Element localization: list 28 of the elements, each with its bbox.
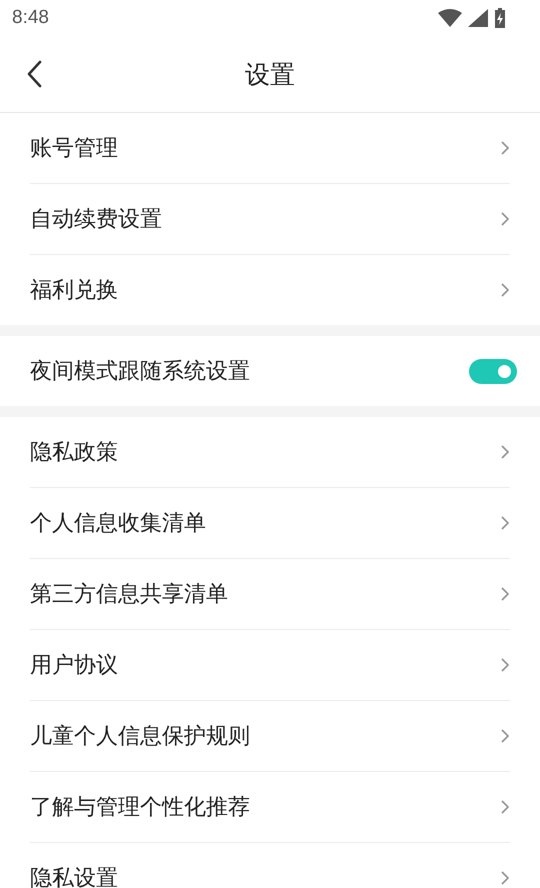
setting-label[interactable]: 第三方信息共享清单 <box>30 579 228 609</box>
setting-label[interactable]: 了解与管理个性化推荐 <box>30 792 250 822</box>
setting-label[interactable]: 自动续费设置 <box>30 204 162 234</box>
battery-icon <box>494 8 506 28</box>
signal-icon <box>468 9 488 27</box>
chevron-icon <box>501 445 510 459</box>
chevron-icon <box>501 729 510 743</box>
chevron-icon <box>501 283 510 297</box>
chevron-icon <box>501 516 510 530</box>
setting-label[interactable]: 隐私设置 <box>30 863 118 888</box>
toggle-switch[interactable] <box>469 358 517 384</box>
setting-label: 夜间模式跟随系统设置 <box>30 358 250 386</box>
chevron-icon <box>501 212 510 226</box>
chevron-icon <box>501 800 510 814</box>
chevron-icon <box>501 141 510 155</box>
setting-label[interactable]: 用户协议 <box>30 650 118 680</box>
chevron-icon <box>501 658 510 672</box>
page-title: 设置 <box>245 58 295 90</box>
setting-label[interactable]: 儿童个人信息保护规则 <box>30 721 250 751</box>
setting-label[interactable]: 隐私政策 <box>30 437 118 467</box>
setting-label[interactable]: 账号管理 <box>30 133 118 163</box>
wifi-icon <box>438 9 462 27</box>
chevron-icon <box>501 587 510 601</box>
back-button[interactable] <box>26 60 42 88</box>
setting-label[interactable]: 福利兑换 <box>30 275 118 305</box>
status-time: 8:48 <box>12 7 49 29</box>
chevron-icon <box>501 871 510 885</box>
setting-label[interactable]: 个人信息收集清单 <box>30 508 206 538</box>
